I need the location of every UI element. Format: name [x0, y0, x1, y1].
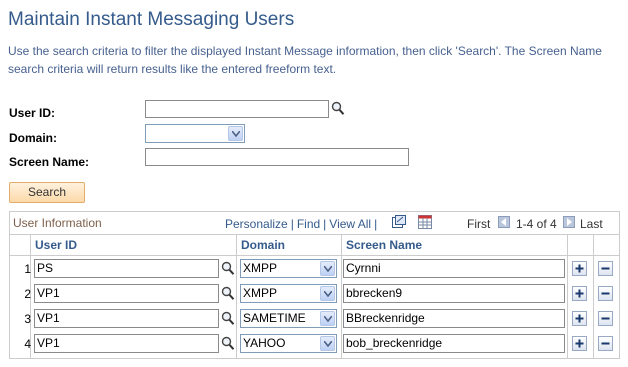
grid-header: User Information Personalize | Find | View A…	[10, 212, 619, 235]
page-title: Maintain Instant Messaging Users	[8, 9, 295, 30]
search-button[interactable]: Search	[9, 182, 85, 203]
chevron-down-icon[interactable]	[320, 311, 335, 326]
zoom-grid-icon[interactable]	[392, 215, 406, 231]
plus-icon[interactable]	[572, 261, 587, 276]
prev-page-icon[interactable]	[498, 216, 510, 228]
table-row: 2 VP1 XMPP bbrecken9	[10, 281, 619, 306]
screen-name-label: Screen Name:	[9, 155, 90, 169]
next-page-icon[interactable]	[563, 216, 575, 228]
separator: |	[290, 217, 294, 231]
row-domain-select[interactable]: YAHOO	[240, 334, 337, 353]
chevron-down-icon[interactable]	[320, 261, 335, 276]
column-header-domain[interactable]: Domain	[236, 235, 342, 255]
table-row: 4 VP1 YAHOO bob_breckenridge	[10, 331, 619, 356]
row-user-id-input[interactable]: VP1	[34, 334, 219, 353]
row-user-id-input[interactable]: VP1	[34, 284, 219, 303]
separator: |	[374, 217, 378, 231]
chevron-down-icon[interactable]	[320, 286, 335, 301]
row-domain-value: SAMETIME	[243, 311, 306, 325]
row-domain-select[interactable]: XMPP	[240, 284, 337, 303]
personalize-link[interactable]: Personalize	[225, 217, 288, 231]
chevron-down-icon[interactable]	[320, 336, 335, 351]
minus-icon[interactable]	[598, 286, 613, 301]
magnifier-icon[interactable]	[221, 336, 235, 354]
magnifier-icon[interactable]	[221, 311, 235, 329]
instructions-text: Use the search criteria to filter the di…	[8, 44, 602, 76]
row-screen-name-input[interactable]: Cyrnni	[343, 259, 565, 278]
row-screen-name-input[interactable]: bbrecken9	[343, 284, 565, 303]
minus-icon[interactable]	[598, 336, 613, 351]
page-range: 1-4 of 4	[516, 217, 557, 231]
domain-select[interactable]	[145, 124, 245, 143]
plus-icon[interactable]	[572, 336, 587, 351]
row-domain-select[interactable]: XMPP	[240, 259, 337, 278]
column-header-user-id[interactable]: User ID	[30, 235, 237, 255]
user-information-grid: User Information Personalize | Find | View A…	[9, 211, 620, 359]
screen-name-input[interactable]	[145, 148, 409, 166]
grid-column-headers: User ID Domain Screen Name	[10, 235, 619, 256]
separator: |	[323, 217, 327, 231]
table-row: 3 VP1 SAMETIME BBreckenridge	[10, 306, 619, 331]
spreadsheet-icon[interactable]	[418, 215, 432, 232]
find-link[interactable]: Find	[297, 217, 320, 231]
grid-nav: Personalize | Find | View All |	[225, 217, 380, 231]
row-user-id-input[interactable]: VP1	[34, 309, 219, 328]
row-screen-name-input[interactable]: BBreckenridge	[343, 309, 565, 328]
user-id-input[interactable]	[145, 100, 329, 118]
column-header-screen-name[interactable]: Screen Name	[341, 235, 568, 255]
minus-icon[interactable]	[598, 261, 613, 276]
row-domain-value: XMPP	[243, 286, 278, 300]
user-id-lookup-icon[interactable]	[331, 101, 345, 119]
last-link[interactable]: Last	[580, 217, 603, 231]
grid-title: User Information	[13, 216, 102, 230]
magnifier-icon[interactable]	[221, 261, 235, 279]
row-number: 2	[24, 287, 31, 301]
user-id-label: User ID:	[9, 106, 56, 120]
row-domain-select[interactable]: SAMETIME	[240, 309, 337, 328]
row-number: 3	[24, 312, 31, 326]
row-domain-value: YAHOO	[243, 336, 286, 350]
plus-icon[interactable]	[572, 286, 587, 301]
magnifier-icon[interactable]	[221, 286, 235, 304]
minus-icon[interactable]	[598, 311, 613, 326]
row-domain-value: XMPP	[243, 261, 278, 275]
row-number: 1	[24, 262, 31, 276]
view-all-link[interactable]: View All	[329, 217, 371, 231]
grid-paging: First	[467, 217, 490, 231]
row-user-id-input[interactable]: PS	[34, 259, 219, 278]
row-screen-name-input[interactable]: bob_breckenridge	[343, 334, 565, 353]
row-number: 4	[24, 337, 31, 351]
table-row: 1 PS XMPP Cyrnni	[10, 256, 619, 281]
first-link[interactable]: First	[467, 217, 490, 231]
chevron-down-icon[interactable]	[228, 126, 243, 141]
plus-icon[interactable]	[572, 311, 587, 326]
domain-label: Domain:	[9, 131, 57, 145]
